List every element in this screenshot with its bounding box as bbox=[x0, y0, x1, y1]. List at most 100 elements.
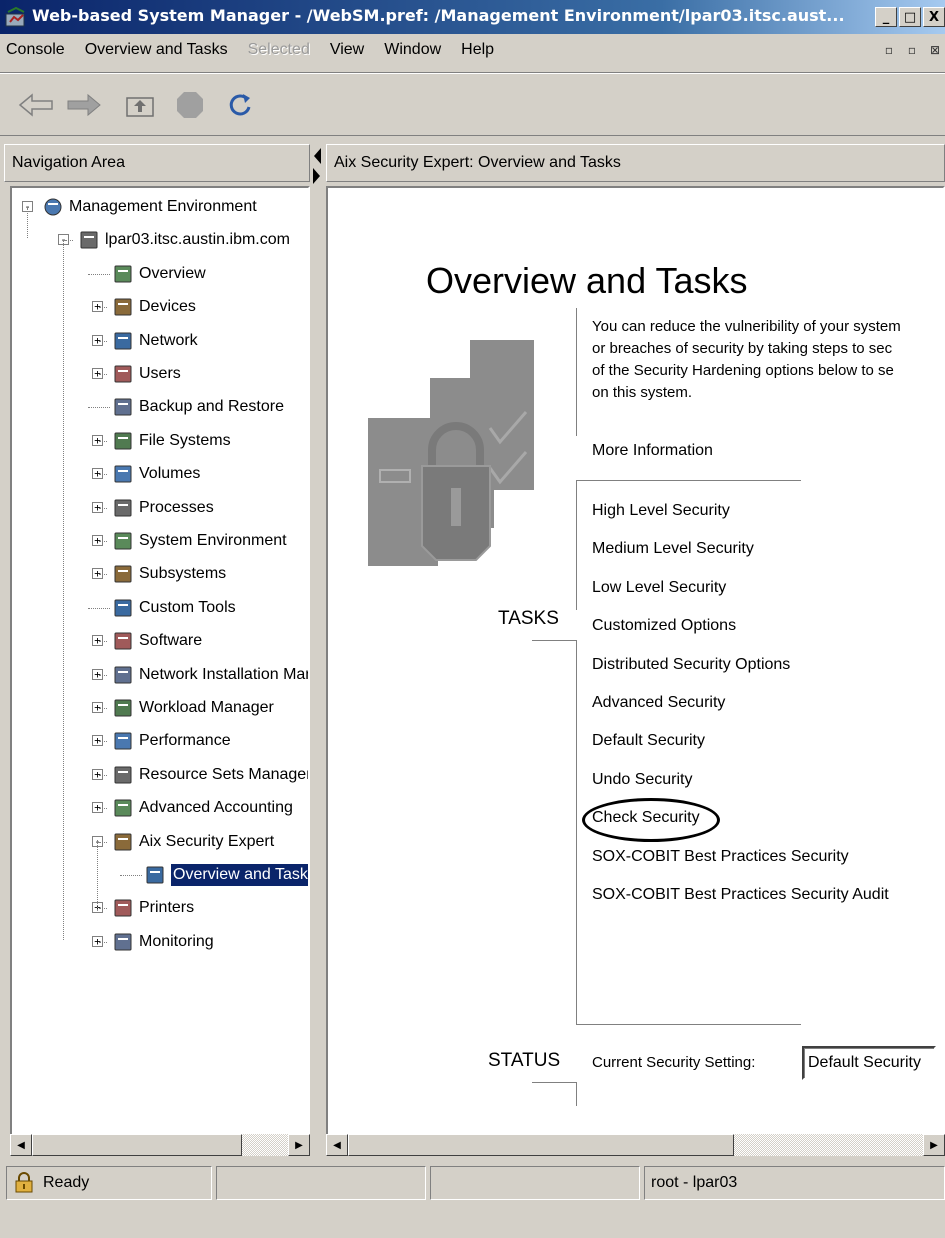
tree-item-advanced-accounting[interactable]: + Advanced Accounting bbox=[92, 793, 293, 823]
divider-line bbox=[576, 480, 801, 481]
tree-item-network[interactable]: + Network bbox=[92, 326, 198, 356]
tasks-label: TASKS bbox=[498, 608, 559, 629]
tree-item-processes[interactable]: + Processes bbox=[92, 493, 214, 523]
performance-icon bbox=[114, 732, 132, 750]
tree-item-users[interactable]: + Users bbox=[92, 359, 181, 389]
more-information-link[interactable]: More Information bbox=[592, 442, 713, 460]
tree-connector-line bbox=[99, 774, 107, 776]
task-link-sox-cobit-best-practices-security[interactable]: SOX-COBIT Best Practices Security bbox=[592, 848, 849, 866]
tree-item-custom-tools[interactable]: Custom Tools bbox=[112, 593, 236, 623]
tree-item-backup-and-restore[interactable]: Backup and Restore bbox=[112, 392, 284, 422]
tree-item-label: Users bbox=[139, 365, 181, 382]
tree-item-aix-security-expert[interactable]: - Aix Security Expert bbox=[92, 827, 275, 857]
divider-line bbox=[576, 1024, 801, 1025]
restore-down-icon[interactable]: ▫ bbox=[879, 40, 899, 60]
menu-overview-and-tasks[interactable]: Overview and Tasks bbox=[85, 41, 228, 59]
tree-item-volumes[interactable]: + Volumes bbox=[92, 459, 200, 489]
tree-item-overview-and-tasks[interactable]: Overview and Tasks bbox=[144, 860, 308, 890]
scroll-thumb[interactable] bbox=[32, 1134, 242, 1156]
tree-item-lpar03-itsc-austin-ibm-com[interactable]: - lpar03.itsc.austin.ibm.com bbox=[58, 225, 290, 255]
status-ready-cell: Ready bbox=[6, 1166, 212, 1200]
toolbar bbox=[0, 72, 945, 136]
tree-item-monitoring[interactable]: + Monitoring bbox=[92, 927, 214, 957]
tree-connector-line bbox=[99, 708, 107, 709]
server-icon bbox=[80, 231, 98, 249]
scroll-left-button[interactable]: ◀ bbox=[326, 1134, 348, 1156]
tree-item-label: Backup and Restore bbox=[139, 398, 284, 416]
mdi-close-icon: ⊠ bbox=[929, 43, 941, 57]
divider-line bbox=[576, 1082, 577, 1106]
tree-item-system-environment[interactable]: + System Environment bbox=[92, 526, 287, 556]
task-link-undo-security[interactable]: Undo Security bbox=[592, 771, 693, 789]
refresh-button[interactable] bbox=[220, 87, 260, 123]
divider-line bbox=[576, 308, 577, 436]
tree-connector-line bbox=[88, 407, 110, 409]
current-security-setting-field: Default Security bbox=[802, 1046, 936, 1080]
tree-item-label: Aix Security Expert bbox=[139, 832, 275, 850]
task-link-advanced-security[interactable]: Advanced Security bbox=[592, 694, 725, 712]
menu-help[interactable]: Help bbox=[461, 41, 494, 59]
back-button[interactable] bbox=[16, 87, 56, 123]
tree-connector-line bbox=[99, 808, 107, 810]
tree-item-printers[interactable]: + Printers bbox=[92, 893, 194, 923]
restore-up-icon[interactable]: ▫ bbox=[902, 40, 922, 60]
tree-item-workload-manager[interactable]: + Workload Manager bbox=[92, 693, 274, 723]
tree-connector-line bbox=[99, 541, 107, 542]
task-link-customized-options[interactable]: Customized Options bbox=[592, 617, 736, 635]
tree-item-label: Advanced Accounting bbox=[139, 799, 293, 817]
maximize-button[interactable]: □ bbox=[899, 7, 921, 27]
tree-connector-line bbox=[88, 607, 110, 609]
tree-connector-line bbox=[99, 641, 107, 643]
menu-console[interactable]: Console bbox=[6, 41, 65, 59]
backup-icon bbox=[114, 398, 132, 416]
content-horizontal-scrollbar[interactable]: ◀ ▶ bbox=[326, 1134, 945, 1156]
task-link-high-level-security[interactable]: High Level Security bbox=[592, 502, 730, 520]
minimize-button[interactable]: _ bbox=[875, 7, 897, 27]
tree-item-file-systems[interactable]: + File Systems bbox=[92, 426, 231, 456]
tree-item-network-installation-management[interactable]: +Network Installation Management bbox=[92, 660, 308, 690]
task-link-distributed-security-options[interactable]: Distributed Security Options bbox=[592, 656, 790, 674]
scroll-right-button[interactable]: ▶ bbox=[288, 1134, 310, 1156]
websm-app-icon[interactable] bbox=[5, 6, 27, 28]
menu-view[interactable]: View bbox=[330, 41, 364, 59]
task-link-low-level-security[interactable]: Low Level Security bbox=[592, 579, 726, 597]
content-pane: Overview and Tasks You can reduce the vu… bbox=[326, 186, 945, 1156]
task-link-default-security[interactable]: Default Security bbox=[592, 732, 705, 750]
tree-connector-line bbox=[99, 574, 107, 576]
tree-item-label: System Environment bbox=[139, 532, 287, 549]
tree-item-subsystems[interactable]: + Subsystems bbox=[92, 559, 226, 589]
tree-item-label: lpar03.itsc.austin.ibm.com bbox=[105, 231, 290, 249]
divider-line bbox=[532, 640, 576, 641]
menu-window[interactable]: Window bbox=[384, 41, 441, 59]
close-button[interactable]: X bbox=[923, 7, 945, 27]
status-bar: Ready root - lpar03 bbox=[0, 1166, 945, 1238]
tree-item-overview[interactable]: Overview bbox=[112, 259, 206, 289]
task-link-medium-level-security[interactable]: Medium Level Security bbox=[592, 540, 754, 558]
scroll-left-button[interactable]: ◀ bbox=[10, 1134, 32, 1156]
lock-status-icon bbox=[15, 1172, 33, 1193]
forward-button[interactable] bbox=[64, 87, 104, 123]
tree-item-management-environment[interactable]: - Management Environment bbox=[22, 192, 257, 222]
task-link-sox-cobit-best-practices-security-audit[interactable]: SOX-COBIT Best Practices Security Audit bbox=[592, 886, 889, 904]
tree-item-label: Network Installation Management bbox=[139, 665, 308, 683]
up-level-button[interactable] bbox=[120, 87, 160, 123]
system-environment-icon bbox=[114, 532, 132, 550]
tree-item-performance[interactable]: + Performance bbox=[92, 726, 231, 756]
content-area-title: Aix Security Expert: Overview and Tasks bbox=[334, 154, 621, 171]
splitter-arrows-icon[interactable] bbox=[312, 146, 322, 186]
navigation-horizontal-scrollbar[interactable]: ◀ ▶ bbox=[10, 1134, 310, 1156]
resource-sets-icon bbox=[114, 766, 132, 784]
tree-item-software[interactable]: + Software bbox=[92, 626, 202, 656]
highlight-circle bbox=[582, 798, 720, 842]
tree-connector-line bbox=[99, 741, 107, 743]
tree-connector-line bbox=[99, 340, 107, 342]
tree-item-devices[interactable]: + Devices bbox=[92, 292, 196, 322]
tree-item-resource-sets-management[interactable]: +Resource Sets Management bbox=[92, 760, 308, 790]
scroll-right-button[interactable]: ▶ bbox=[923, 1134, 945, 1156]
tree-connector-line bbox=[99, 941, 107, 943]
scroll-thumb[interactable] bbox=[348, 1134, 734, 1156]
workload-manager-icon bbox=[114, 699, 132, 717]
network-installation-icon bbox=[114, 666, 132, 684]
tree-item-label: Management Environment bbox=[69, 198, 257, 215]
security-expert-icon bbox=[114, 833, 132, 851]
